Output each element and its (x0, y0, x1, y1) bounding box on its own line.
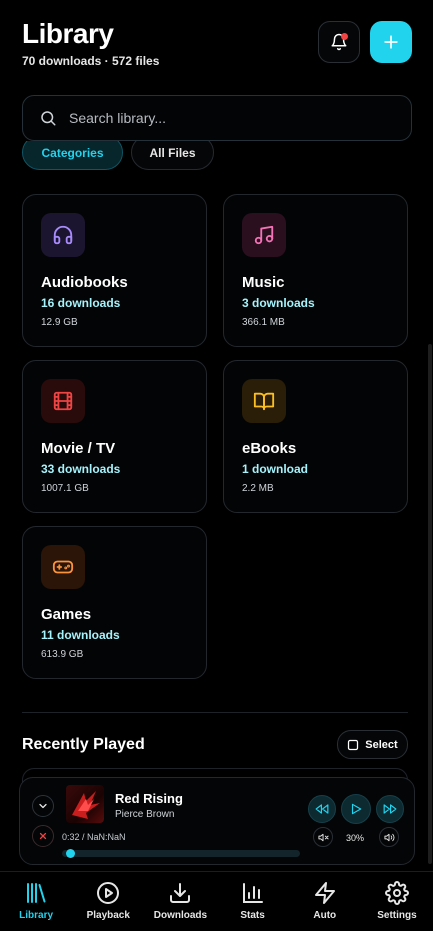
rewind-button[interactable] (308, 795, 336, 823)
category-count: 3 downloads (242, 296, 315, 310)
track-time: 0:32 / NaN:NaN (62, 832, 126, 842)
category-name: Games (41, 606, 92, 623)
category-name: Movie / TV (41, 440, 116, 457)
nav-playback[interactable]: Playback (72, 872, 144, 931)
recently-played-heading: Recently Played (22, 736, 145, 753)
page-header: Library 70 downloads · 572 files (22, 18, 159, 68)
category-count: 33 downloads (41, 462, 121, 476)
category-size: 12.9 GB (41, 317, 78, 328)
close-player-button[interactable] (32, 825, 54, 847)
category-name: Music (242, 274, 285, 291)
notifications-button[interactable] (318, 21, 360, 63)
category-size: 2.2 MB (242, 483, 274, 494)
book-icon (253, 392, 275, 411)
category-name: Audiobooks (41, 274, 128, 291)
nav-label: Auto (313, 910, 337, 921)
tab-all-files[interactable]: All Files (131, 141, 214, 170)
library-summary: 70 downloads · 572 files (22, 54, 160, 68)
search-icon (41, 111, 56, 126)
album-art-image (72, 791, 100, 819)
category-count: 1 download (242, 462, 308, 476)
nav-label: Stats (240, 910, 265, 921)
volume-level: 30% (346, 833, 365, 843)
search-bar[interactable] (22, 95, 412, 141)
scrollbar[interactable] (428, 344, 432, 864)
volume-mute-icon (317, 833, 329, 841)
music-icon (254, 225, 274, 245)
nav-library[interactable]: Library (0, 872, 72, 931)
category-card-ebooks[interactable]: eBooks 1 download 2.2 MB (223, 360, 408, 513)
lightning-icon (314, 882, 335, 904)
notification-badge (341, 33, 348, 40)
search-input[interactable] (69, 110, 369, 126)
fast-forward-icon (383, 804, 397, 814)
view-tabs: Categories All Files (0, 141, 433, 176)
album-art (66, 785, 104, 823)
tab-categories[interactable]: Categories (22, 141, 123, 170)
play-button[interactable] (341, 794, 371, 824)
bar-chart-icon (242, 883, 263, 903)
page-title: Library (22, 18, 114, 49)
checkbox-icon (348, 739, 359, 750)
chevron-down-icon (39, 803, 47, 809)
mini-player: Red Rising Pierce Brown 0:32 / NaN:NaN 3… (19, 777, 415, 865)
nav-settings[interactable]: Settings (361, 872, 433, 931)
close-icon (39, 832, 47, 840)
plus-icon (384, 35, 398, 49)
headphones-icon (53, 225, 73, 245)
category-count: 16 downloads (41, 296, 121, 310)
nav-label: Settings (377, 910, 417, 921)
category-size: 613.9 GB (41, 649, 84, 660)
select-button[interactable]: Select (337, 730, 408, 759)
volume-up-icon (383, 833, 394, 841)
progress-handle[interactable] (65, 849, 75, 858)
add-button[interactable] (370, 21, 412, 63)
track-artist: Pierce Brown (115, 809, 175, 820)
gamepad-icon (52, 560, 74, 574)
nav-label: Downloads (153, 910, 208, 921)
volume-up-button[interactable] (379, 827, 399, 847)
select-label: Select (365, 738, 398, 751)
download-icon (170, 883, 191, 903)
play-icon (351, 803, 362, 815)
category-count: 11 downloads (41, 628, 120, 642)
rewind-icon (315, 804, 329, 814)
nav-stats[interactable]: Stats (217, 872, 289, 931)
category-card-movie-tv[interactable]: Movie / TV 33 downloads 1007.1 GB (22, 360, 207, 513)
category-card-audiobooks[interactable]: Audiobooks 16 downloads 12.9 GB (22, 194, 207, 347)
nav-downloads[interactable]: Downloads (144, 872, 216, 931)
category-card-music[interactable]: Music 3 downloads 366.1 MB (223, 194, 408, 347)
track-title: Red Rising (115, 791, 183, 806)
nav-label: Playback (86, 910, 130, 921)
category-card-games[interactable]: Games 11 downloads 613.9 GB (22, 526, 207, 679)
category-size: 366.1 MB (242, 317, 285, 328)
section-divider (22, 712, 408, 713)
play-circle-icon (97, 882, 120, 904)
nav-label: Library (19, 910, 54, 921)
film-icon (53, 391, 73, 411)
bottom-nav: Library Playback Downloads Stats Auto Se… (0, 871, 433, 931)
category-size: 1007.1 GB (41, 483, 89, 494)
progress-bar[interactable] (62, 849, 300, 858)
fast-forward-button[interactable] (376, 795, 404, 823)
library-icon (27, 883, 46, 903)
collapse-player-button[interactable] (32, 795, 54, 817)
nav-auto[interactable]: Auto (289, 872, 361, 931)
mute-button[interactable] (313, 827, 333, 847)
gear-icon (384, 881, 409, 905)
category-name: eBooks (242, 440, 297, 457)
